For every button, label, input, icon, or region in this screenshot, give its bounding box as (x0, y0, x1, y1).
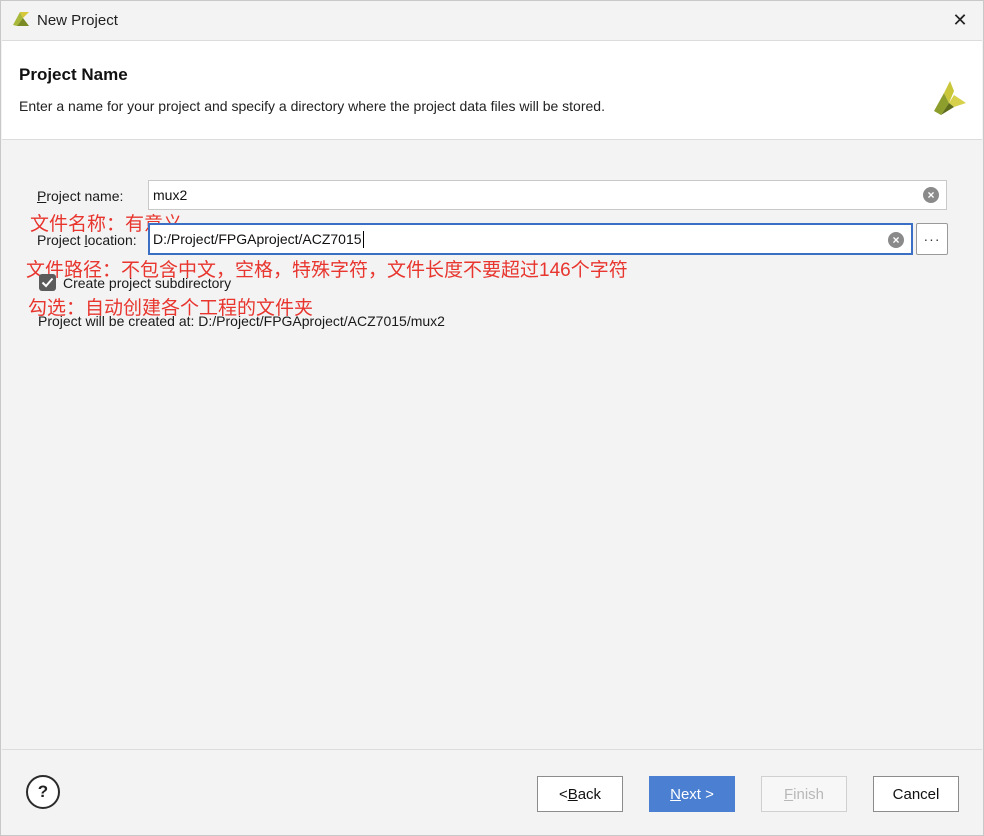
clear-icon[interactable]: × (923, 187, 939, 203)
page-title: Project Name (19, 65, 128, 84)
project-name-input[interactable]: mux2 × (148, 180, 947, 210)
browse-button[interactable]: ··· (916, 223, 948, 255)
ellipsis-icon: ··· (923, 231, 941, 247)
window-title: New Project (37, 12, 118, 29)
vivado-logo-icon (934, 81, 966, 115)
close-icon: ✕ (952, 9, 968, 30)
wizard-footer: ? < Back Next > Finish Cancel (2, 749, 982, 835)
wizard-header: Project Name Enter a name for your proje… (2, 40, 982, 140)
checkmark-icon (41, 277, 54, 288)
project-location-input[interactable]: D:/Project/FPGAproject/ACZ7015 × (148, 223, 913, 255)
project-name-label: Project name: (37, 188, 124, 204)
create-subdirectory-label: Create project subdirectory (63, 275, 232, 291)
project-location-label: Project location: (37, 232, 137, 248)
help-icon: ? (37, 782, 49, 801)
back-button[interactable]: < Back (537, 776, 623, 812)
help-button[interactable]: ? (26, 775, 60, 809)
title-bar: New Project ✕ (1, 1, 983, 39)
project-path-summary: Project will be created at: D:/Project/F… (38, 313, 445, 329)
clear-icon[interactable]: × (888, 232, 904, 248)
finish-button[interactable]: Finish (761, 776, 847, 812)
next-button[interactable]: Next > (649, 776, 735, 812)
create-subdirectory-checkbox[interactable] (39, 274, 56, 291)
text-caret (362, 230, 364, 248)
vivado-app-icon (13, 12, 29, 26)
close-button[interactable]: ✕ (937, 1, 983, 39)
wizard-content: Project name: mux2 × 文件名称：有意义 Project lo… (2, 141, 982, 749)
page-description: Enter a name for your project and specif… (19, 98, 605, 114)
cancel-button[interactable]: Cancel (873, 776, 959, 812)
new-project-dialog: New Project ✕ Project Name Enter a name … (0, 0, 984, 836)
